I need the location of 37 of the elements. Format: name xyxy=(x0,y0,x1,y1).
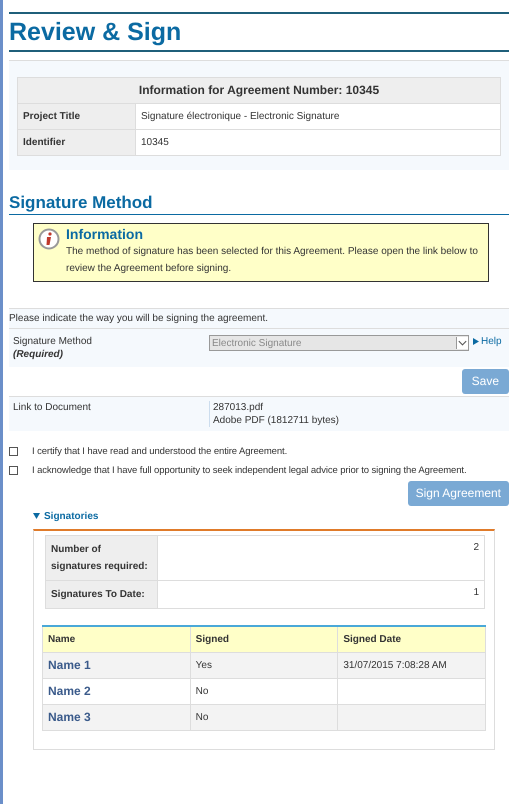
row-label: Identifier xyxy=(18,130,136,156)
triangle-icon xyxy=(33,513,40,520)
table-cell: Yes xyxy=(190,652,338,678)
field-label: Signature Method xyxy=(13,335,93,348)
play-icon xyxy=(473,338,479,345)
declaration-text: I acknowledge that I have full opportunity to seek independent legal advice prior to signing the Agreement. xyxy=(32,464,467,477)
summary-value: 1 xyxy=(158,580,484,608)
help-link[interactable]: Help xyxy=(473,335,502,361)
signatories-toggle[interactable]: Signatories xyxy=(33,510,98,523)
signatory-name: Name 3 xyxy=(42,704,190,730)
required-label: (Required) xyxy=(13,348,64,361)
document-link[interactable]: 287013.pdf xyxy=(213,401,340,414)
column-header: Signed Date xyxy=(338,626,486,652)
page-title: Review & Sign xyxy=(9,17,182,48)
row-value: 10345 xyxy=(136,130,500,156)
signatory-name: Name 1 xyxy=(42,652,190,678)
checkbox[interactable] xyxy=(9,466,18,475)
declaration-text: I certify that I have read and understood the entire Agreement. xyxy=(32,445,288,458)
field-label: Link to Document xyxy=(12,401,92,415)
summary-label: Number of signatures required: xyxy=(46,536,158,580)
column-header: Signed xyxy=(190,626,338,652)
summary-value: 2 xyxy=(158,536,484,580)
document-info: Adobe PDF (1812711 bytes) xyxy=(213,414,340,427)
table-cell: No xyxy=(190,704,338,730)
information-icon xyxy=(38,228,60,250)
instruction-text: Please indicate the way you will be signing the agreement. xyxy=(9,312,270,326)
row-value: Signature électronique - Electronic Signature xyxy=(136,104,500,130)
checkbox[interactable] xyxy=(9,447,18,456)
table-header: Information for Agreement Number: 10345 xyxy=(18,78,500,104)
column-header: Name xyxy=(42,626,190,652)
signature-method-select[interactable]: Electronic Signature xyxy=(209,335,469,351)
notice-text: The method of signature has been selected for this Agreement. Please open the link below to review the Agreement before signing. xyxy=(66,245,479,276)
section-title: Signature Method xyxy=(9,192,509,215)
table-cell: 31/07/2015 7:08:28 AM xyxy=(338,652,486,678)
summary-label: Signatures To Date: xyxy=(46,580,158,608)
row-label: Project Title xyxy=(18,104,136,130)
notice-title: Information xyxy=(66,228,144,241)
